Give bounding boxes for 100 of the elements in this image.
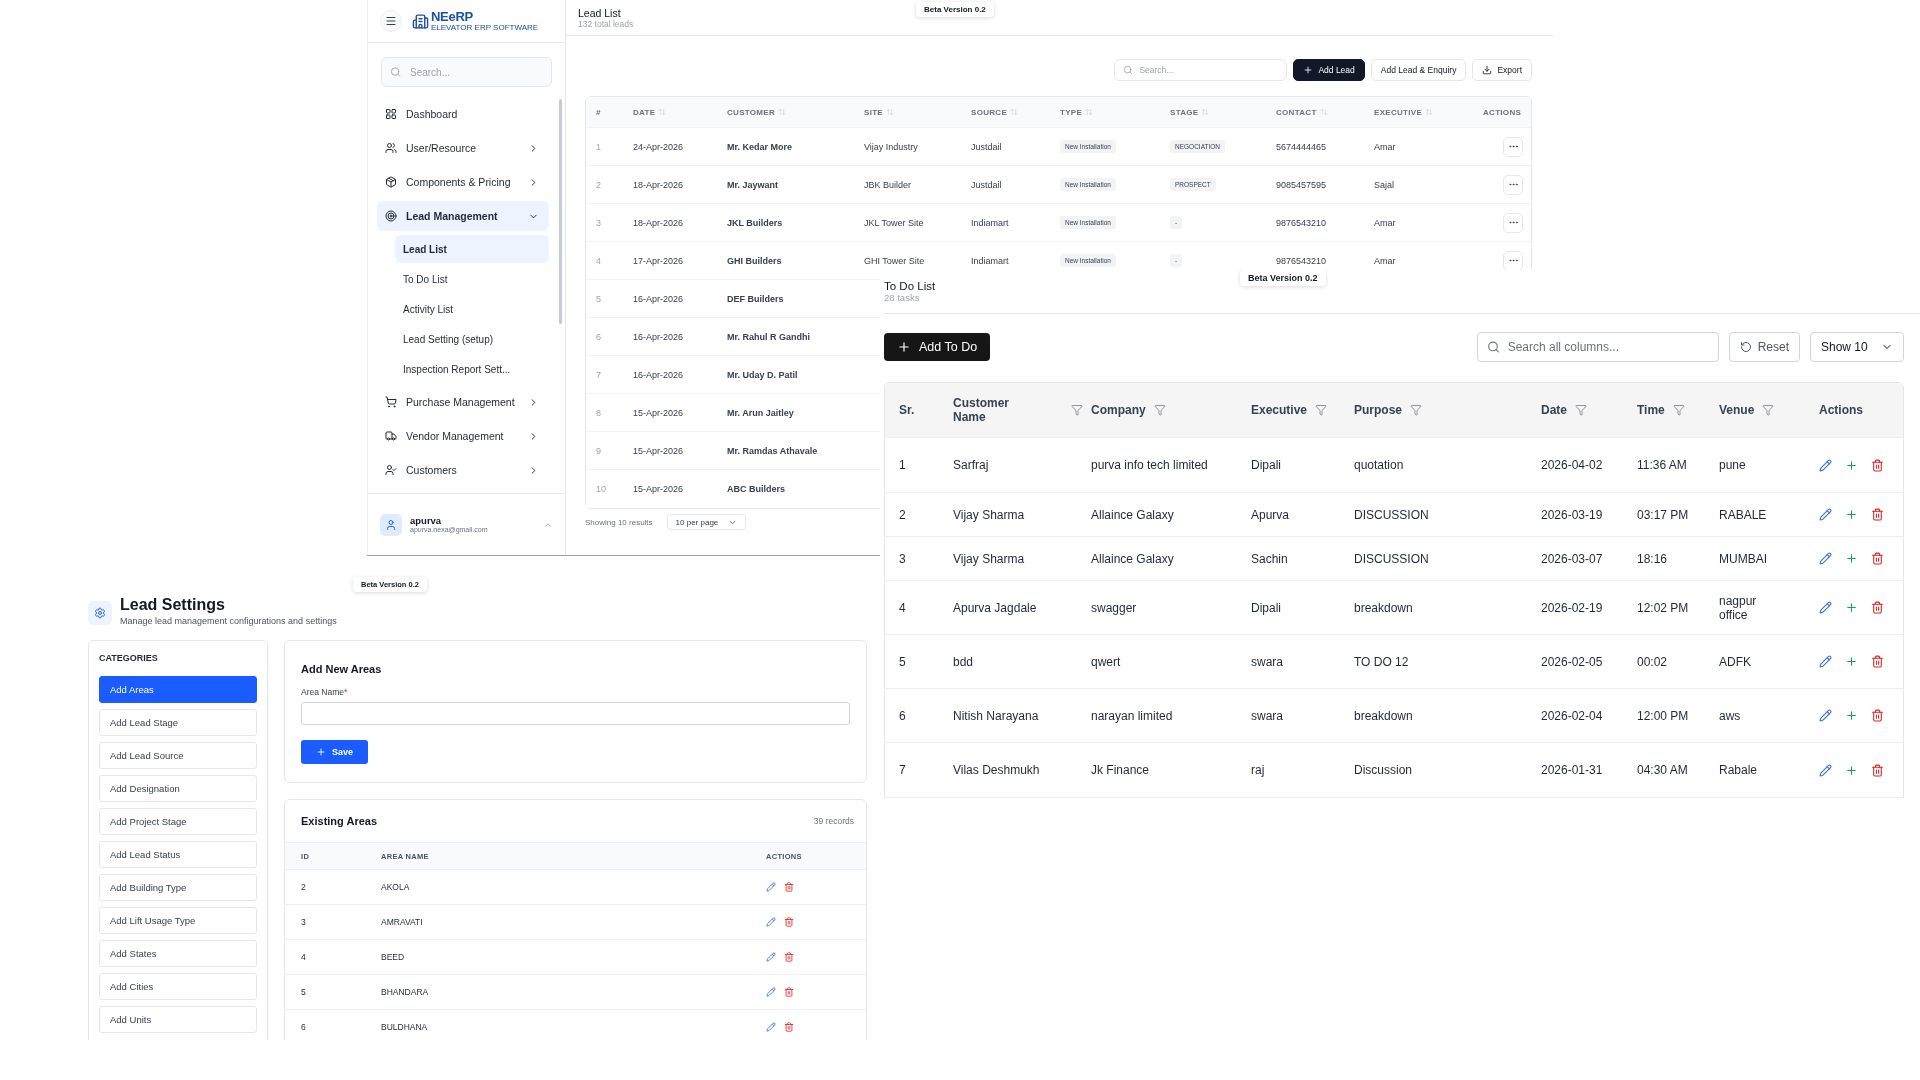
edit-button[interactable] (1819, 458, 1832, 472)
menu-button[interactable] (380, 10, 402, 32)
edit-button[interactable] (1819, 508, 1832, 521)
column-header[interactable]: Executive (1251, 403, 1354, 417)
toolbar-button[interactable]: Add Lead (1293, 59, 1365, 81)
search-field[interactable]: Search... (1114, 59, 1288, 81)
category-item[interactable]: Add Lead Stage (99, 709, 257, 736)
sidebar-item[interactable]: Components & Pricing (377, 167, 549, 197)
column-header[interactable]: CUSTOMER (727, 107, 864, 117)
column-header[interactable]: EXECUTIVE (1374, 107, 1483, 117)
add-button[interactable] (1845, 709, 1858, 722)
table-cell-text: quotation (1354, 458, 1405, 472)
column-header[interactable]: STAGE (1170, 107, 1276, 117)
category-item[interactable]: Add Units (99, 1006, 257, 1033)
search-field[interactable]: Search all columns... (1476, 332, 1719, 362)
edit-button[interactable] (766, 952, 776, 962)
category-item[interactable]: Add Designation (99, 775, 257, 802)
sidebar-item[interactable]: User/Resource (377, 133, 549, 163)
toolbar-button[interactable]: Export (1472, 59, 1532, 81)
filter-icon[interactable] (1410, 404, 1422, 416)
column-header[interactable]: Date (1541, 403, 1637, 417)
table-cell-text: 2026-04-02 (1541, 458, 1604, 472)
column-header[interactable]: DATE (633, 107, 727, 117)
delete-button[interactable] (784, 917, 794, 927)
column-header[interactable]: SOURCE (971, 107, 1060, 117)
delete-button[interactable] (784, 952, 794, 962)
category-item[interactable]: Add Lead Source (99, 742, 257, 769)
sort-icon (1319, 108, 1328, 116)
delete-button[interactable] (784, 1022, 794, 1032)
delete-button[interactable] (784, 987, 794, 997)
column-header[interactable]: Company (1091, 403, 1251, 417)
filter-icon[interactable] (1672, 404, 1685, 416)
column-header[interactable]: SITE (864, 107, 971, 117)
category-item[interactable]: Add Areas (99, 676, 257, 703)
column-header[interactable]: Customer Name (953, 396, 1091, 424)
add-button[interactable] (1845, 655, 1858, 668)
edit-button[interactable] (766, 1022, 776, 1032)
add-button[interactable] (1845, 601, 1858, 614)
column-header[interactable]: TYPE (1060, 107, 1170, 117)
add-button[interactable] (1845, 508, 1858, 521)
page-size-select[interactable]: Show 10 (1810, 332, 1904, 362)
category-item[interactable]: Add Cities (99, 973, 257, 1000)
save-button[interactable]: Save (301, 740, 369, 764)
table-cell-text: DEF Builders (727, 293, 785, 304)
sidebar-item[interactable]: Customers (377, 455, 549, 485)
filter-icon[interactable] (1153, 404, 1166, 416)
add-button[interactable] (1845, 763, 1858, 777)
edit-button[interactable] (1819, 552, 1832, 565)
sidebar-subitem[interactable]: Lead Setting (setup) (395, 325, 549, 353)
column-header[interactable]: Purpose (1354, 403, 1541, 417)
delete-button[interactable] (1871, 508, 1884, 521)
sidebar-subitem[interactable]: Lead List (395, 235, 549, 263)
toolbar-button[interactable]: Add Lead & Enquiry (1370, 59, 1467, 81)
filter-icon[interactable] (1071, 404, 1083, 416)
table-cell-text: swagger (1091, 600, 1138, 615)
page-size-select[interactable]: 10 per page (666, 514, 747, 530)
category-item[interactable]: Add Lift Usage Type (99, 907, 257, 934)
edit-button[interactable] (1819, 655, 1832, 668)
table-cell-text: 2 (596, 179, 602, 190)
delete-button[interactable] (1871, 655, 1884, 668)
edit-button[interactable] (1819, 763, 1832, 777)
add-button[interactable]: Add To Do (884, 333, 991, 361)
edit-button[interactable] (766, 882, 776, 892)
category-item[interactable]: Add Building Type (99, 874, 257, 901)
delete-button[interactable] (1871, 601, 1884, 614)
add-button[interactable] (1845, 458, 1858, 472)
input-field[interactable] (301, 702, 850, 725)
column-header[interactable]: Venue (1719, 403, 1819, 417)
edit-button[interactable] (766, 987, 776, 997)
edit-button[interactable] (766, 917, 776, 927)
scrollbar[interactable] (558, 99, 562, 324)
edit-button[interactable] (1819, 709, 1832, 722)
edit-button[interactable] (1819, 601, 1832, 614)
filter-icon[interactable] (1315, 404, 1328, 416)
column-header[interactable]: CONTACT (1276, 107, 1374, 117)
sidebar-item[interactable]: Vendor Management (377, 421, 549, 451)
column-header[interactable]: Time (1637, 403, 1719, 417)
reset-button[interactable]: Reset (1728, 332, 1800, 362)
table-cell-text: 00:02 (1637, 654, 1669, 669)
delete-button[interactable] (1871, 763, 1884, 777)
table-cell-text: aws (1719, 708, 1742, 723)
sidebar-item[interactable]: Lead Management (377, 201, 549, 231)
sidebar-subitem[interactable]: To Do List (395, 265, 549, 293)
search-field[interactable]: Search... (381, 57, 552, 87)
delete-button[interactable] (1871, 552, 1884, 565)
category-item[interactable]: Add States (99, 940, 257, 967)
add-button[interactable] (1845, 552, 1858, 565)
category-item[interactable]: Add Lead Status (99, 841, 257, 868)
table-cell-text: bdd (953, 654, 975, 669)
filter-icon[interactable] (1575, 404, 1587, 416)
delete-button[interactable] (784, 882, 794, 892)
pencil-icon (766, 987, 776, 997)
sidebar-item[interactable]: Dashboard (377, 99, 549, 129)
sidebar-subitem[interactable]: Inspection Report Sett... (395, 355, 549, 383)
filter-icon[interactable] (1762, 404, 1775, 416)
delete-button[interactable] (1871, 709, 1884, 722)
delete-button[interactable] (1871, 458, 1884, 472)
sidebar-item[interactable]: Purchase Management (377, 387, 549, 417)
sidebar-subitem[interactable]: Activity List (395, 295, 549, 323)
category-item[interactable]: Add Project Stage (99, 808, 257, 835)
